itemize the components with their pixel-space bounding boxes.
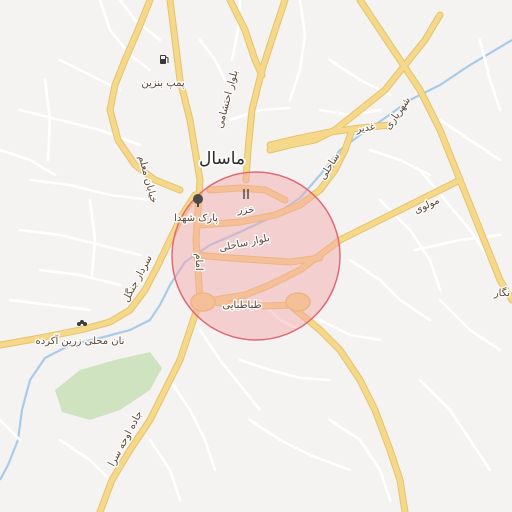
svg-text:خزر: خزر xyxy=(237,205,255,216)
svg-text:پارک شهدا: پارک شهدا xyxy=(174,213,218,224)
road-label-shahriari: شهریاری شهریاری xyxy=(381,94,414,134)
svg-text:نگار: نگار xyxy=(493,287,510,299)
svg-text:بلوار احتشامی: بلوار احتشامی xyxy=(215,69,241,130)
road-label-tabatabaei: طباطبایی طباطبایی xyxy=(221,299,263,313)
edge-label-negar: نگار نگار xyxy=(491,286,511,301)
svg-text:امام: امام xyxy=(193,253,204,270)
map-svg: ماسال ماسال بلوار احتشامی بلوار احتشامی … xyxy=(0,0,512,512)
road-label-ehteshami: بلوار احتشامی بلوار احتشامی xyxy=(213,68,242,132)
map-canvas[interactable]: ماسال ماسال بلوار احتشامی بلوار احتشامی … xyxy=(0,0,512,512)
svg-text:غدیر: غدیر xyxy=(355,122,376,136)
fuel-pump-icon xyxy=(160,55,169,64)
svg-text:پمپ بنزین: پمپ بنزین xyxy=(141,78,184,89)
city-label: ماسال xyxy=(199,149,245,169)
park-area xyxy=(55,352,162,420)
svg-text:شهریاری: شهریاری xyxy=(383,95,413,132)
road-label-ghadir: غدیر غدیر xyxy=(353,120,377,137)
road-label-emam: امام امام xyxy=(192,252,206,272)
bakery-icon xyxy=(77,320,87,326)
svg-text:نان محلی زرین آکرده: نان محلی زرین آکرده xyxy=(36,334,125,347)
svg-text:طباطبایی: طباطبایی xyxy=(222,300,261,311)
